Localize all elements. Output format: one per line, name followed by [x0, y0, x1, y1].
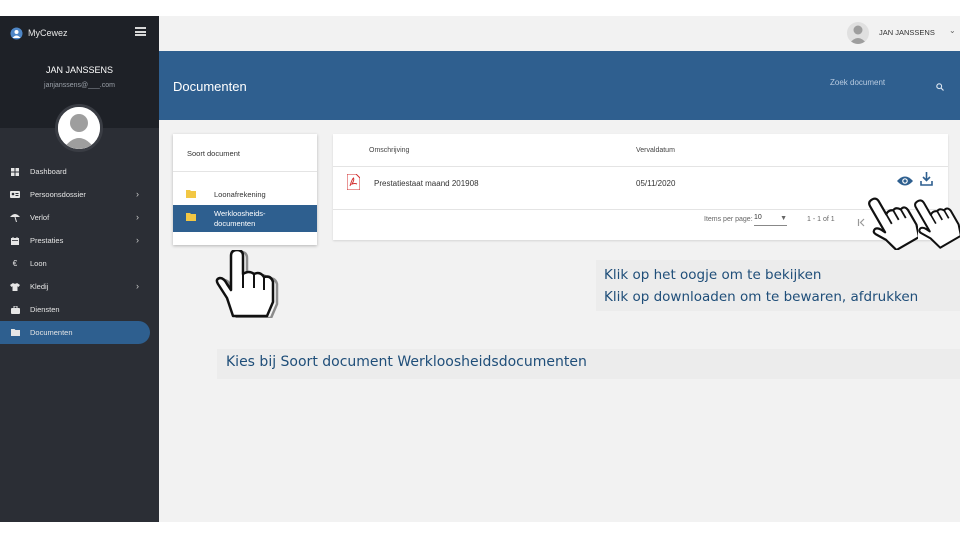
sidebar-item-label: Prestaties [30, 236, 64, 245]
sidebar-item-persoonsdossier[interactable]: Persoonsdossier › [0, 183, 159, 206]
euro-icon: € [12, 259, 18, 268]
app-name: MyCewez [28, 28, 68, 38]
app-screen: MyCewez JAN JANSSENS janjanssens@___.com… [0, 16, 960, 522]
sidebar-user-name: JAN JANSSENS [45, 65, 114, 75]
pointing-hand-icon [215, 250, 279, 318]
items-per-page-label: Items per page: [704, 216, 753, 223]
sidebar-item-prestaties[interactable]: Prestaties › [0, 229, 159, 252]
search-input[interactable]: Zoek document [830, 78, 885, 87]
sidebar-user-email: janjanssens@___.com [44, 82, 115, 89]
user-silhouette-icon [849, 25, 867, 44]
top-bar: JAN JANSSENS ⌄ [159, 16, 960, 51]
document-description: Prestatiestaat maand 201908 [374, 179, 479, 188]
documents-table: Omschrijving Vervaldatum Prestatiestaat … [333, 134, 948, 240]
page-title: Documenten [173, 79, 247, 94]
sidebar-item-diensten[interactable]: Diensten [0, 298, 159, 321]
divider [333, 209, 948, 210]
sidebar-item-kledij[interactable]: Kledij › [0, 275, 159, 298]
column-header-expiry[interactable]: Vervaldatum [636, 147, 675, 154]
instruction-callout: Kies bij Soort document Werkloosheidsdoc… [217, 349, 960, 379]
menu-toggle-icon[interactable] [135, 27, 146, 36]
beach-umbrella-icon [10, 213, 20, 223]
sidebar-item-label: Kledij [30, 282, 49, 291]
sidebar: MyCewez JAN JANSSENS janjanssens@___.com… [0, 16, 159, 522]
folder-icon [186, 213, 196, 224]
sidebar-item-documenten[interactable]: Documenten [0, 321, 150, 344]
doc-type-panel: Soort document Loonafrekening Werklooshe… [173, 134, 317, 245]
folder-icon [10, 328, 20, 338]
sidebar-item-label: Documenten [30, 328, 73, 337]
eye-icon[interactable] [897, 174, 913, 192]
search-icon[interactable] [936, 78, 944, 96]
user-avatar[interactable] [847, 22, 869, 44]
chevron-down-icon[interactable]: ⌄ [949, 26, 956, 35]
shirt-icon [10, 282, 20, 292]
chevron-right-icon: › [136, 212, 139, 222]
pagination-range: 1 - 1 of 1 [807, 216, 835, 223]
pointing-hand-icon [914, 199, 960, 249]
page-header: Documenten Zoek document [159, 51, 960, 120]
sidebar-item-dashboard[interactable]: Dashboard [0, 160, 159, 183]
items-per-page-value: 10 [754, 214, 762, 221]
id-card-icon [10, 190, 20, 200]
doc-type-item-werkloosheidsdocumenten[interactable]: Werkloosheids- documenten [173, 205, 317, 232]
instruction-line: Klik op downloaden om te bewaren, afdruk… [604, 289, 919, 305]
sidebar-nav: Dashboard Persoonsdossier › Verlof › Pre… [0, 160, 159, 344]
dropdown-arrow-icon: ▼ [780, 215, 787, 222]
instruction-line: Kies bij Soort document Werkloosheidsdoc… [226, 354, 587, 370]
instruction-callout: Klik op het oogje om te bekijken Klik op… [596, 260, 960, 311]
chevron-right-icon: › [136, 235, 139, 245]
sidebar-item-label: Verlof [30, 213, 50, 222]
user-menu-name[interactable]: JAN JANSSENS [879, 28, 935, 37]
folder-icon [186, 189, 196, 200]
doc-type-title: Soort document [173, 134, 317, 172]
calendar-icon [10, 236, 20, 246]
app-brand[interactable]: MyCewez [10, 26, 68, 40]
chevron-right-icon: › [136, 281, 139, 291]
doc-type-item-loonafrekening[interactable]: Loonafrekening [173, 181, 317, 208]
doc-type-label: Loonafrekening [214, 190, 266, 199]
pointing-hand-icon [868, 197, 918, 250]
document-expiry: 05/11/2020 [636, 179, 676, 188]
download-icon[interactable] [920, 172, 933, 191]
column-header-description[interactable]: Omschrijving [369, 147, 409, 154]
sidebar-item-label: Loon [30, 259, 47, 268]
chevron-right-icon: › [136, 189, 139, 199]
pdf-icon [346, 173, 361, 195]
briefcase-icon [10, 305, 20, 315]
avatar[interactable] [55, 104, 103, 152]
items-per-page-select[interactable]: 10 ▼ [754, 214, 787, 226]
first-page-icon[interactable] [857, 214, 866, 232]
app-logo-icon [10, 27, 23, 39]
sidebar-item-label: Dashboard [30, 167, 67, 176]
sidebar-item-label: Persoonsdossier [30, 190, 86, 199]
doc-type-label: Werkloosheids- documenten [214, 208, 266, 228]
instruction-line: Klik op het oogje om te bekijken [604, 267, 822, 283]
sidebar-item-label: Diensten [30, 305, 60, 314]
dashboard-icon [10, 167, 20, 177]
divider [333, 166, 948, 167]
sidebar-item-loon[interactable]: € Loon [0, 252, 159, 275]
user-silhouette-icon [58, 107, 100, 149]
sidebar-item-verlof[interactable]: Verlof › [0, 206, 159, 229]
